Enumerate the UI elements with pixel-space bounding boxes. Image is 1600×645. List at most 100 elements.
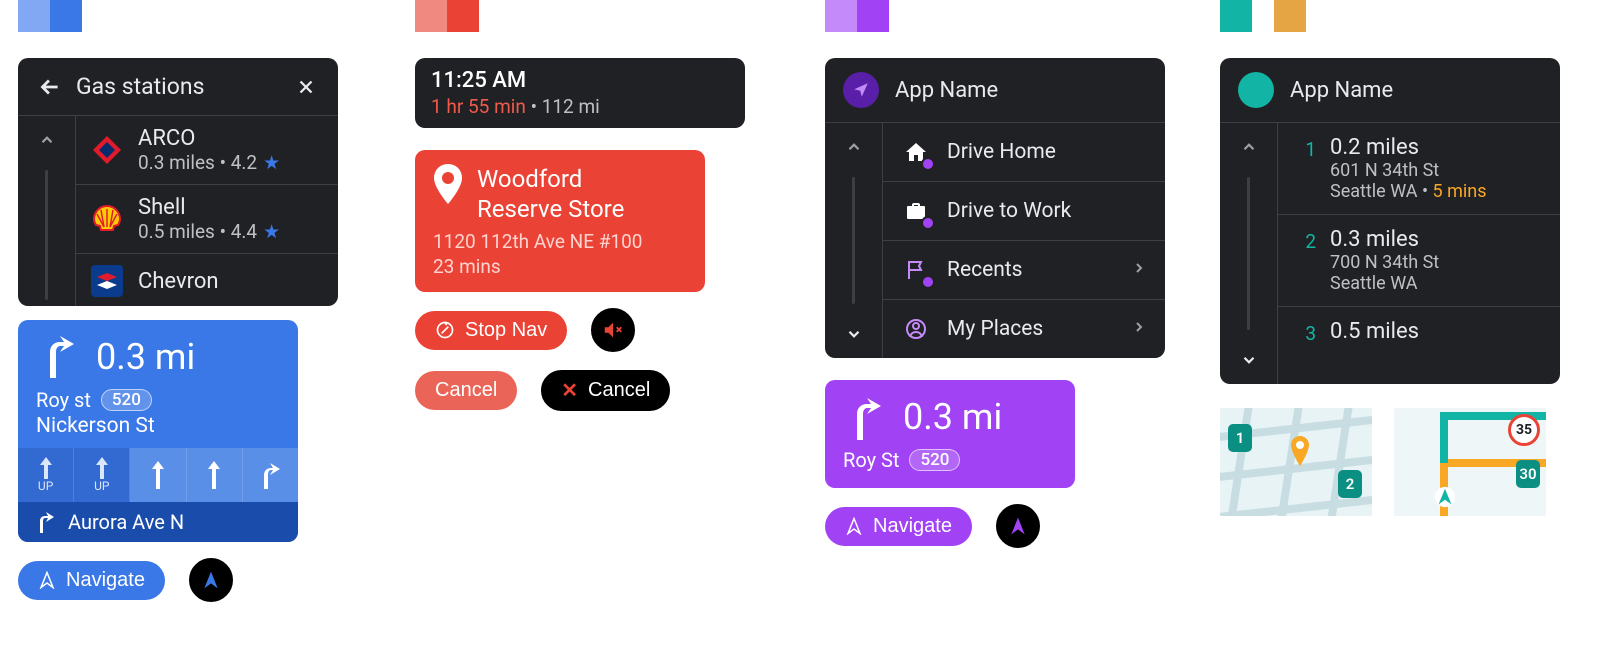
trip-info-card: 11:25 AM 1 hr 55 min • 112 mi — [415, 58, 745, 128]
menu-item-places[interactable]: My Places — [883, 300, 1165, 358]
item-name: Chevron — [138, 269, 219, 294]
row-eta: 5 mins — [1433, 181, 1487, 202]
scroll-up-icon[interactable] — [825, 123, 882, 171]
lane — [130, 448, 186, 502]
mute-button[interactable] — [589, 306, 637, 354]
map-tile-markers[interactable]: 1 2 — [1220, 408, 1372, 516]
row-index: 3 — [1294, 319, 1316, 345]
card-title: Gas stations — [70, 73, 286, 100]
scroll-up-icon[interactable] — [1220, 123, 1277, 171]
chevron-right-icon — [1131, 317, 1147, 341]
purple-swatches — [825, 0, 1165, 32]
dest-eta: 23 mins — [433, 255, 687, 278]
lane: UP — [18, 448, 74, 502]
star-icon: ★ — [263, 220, 280, 243]
upcoming-turn: Aurora Ave N — [18, 502, 298, 542]
trip-remaining: 1 hr 55 min — [431, 95, 526, 118]
close-icon: ✕ — [561, 378, 578, 403]
scroll-down-icon[interactable] — [825, 310, 882, 358]
list-item[interactable]: Chevron — [76, 254, 338, 306]
you-pointer-icon — [1434, 486, 1456, 512]
trip-clock: 11:25 AM — [431, 68, 729, 93]
item-subtext: 0.5 miles • 4.4 ★ — [138, 220, 280, 243]
nav-distance: 0.3 mi — [903, 396, 1002, 438]
result-row[interactable]: 1 0.2 miles 601 N 34th St Seattle WA • 5… — [1278, 123, 1560, 215]
chevron-brand-icon — [90, 264, 124, 298]
home-icon — [901, 137, 931, 167]
menu-label: Drive Home — [947, 140, 1056, 164]
row-title: 0.2 miles — [1330, 135, 1487, 160]
map-marker: 30 — [1516, 460, 1540, 488]
lane — [243, 448, 298, 502]
scroll-column — [18, 116, 76, 306]
menu-label: My Places — [947, 317, 1043, 341]
scroll-column — [825, 123, 883, 358]
map-marker: 2 — [1338, 470, 1362, 498]
result-row[interactable]: 2 0.3 miles 700 N 34th St Seattle WA — [1278, 215, 1560, 307]
cancel-outline-button[interactable]: ✕ Cancel — [539, 368, 672, 413]
lanes-row: UP UP — [18, 448, 298, 502]
blue-nav-card: 0.3 mi Roy st 520 Nickerson St UP UP — [18, 320, 298, 542]
row-index: 1 — [1294, 135, 1316, 202]
app-title: App Name — [895, 78, 998, 103]
star-icon: ★ — [263, 151, 280, 174]
work-icon — [901, 196, 931, 226]
trip-distance: 112 mi — [542, 95, 600, 118]
map-tile-route[interactable]: 35 30 — [1394, 408, 1546, 516]
navigate-button[interactable]: Navigate — [18, 561, 165, 600]
app-icon — [843, 72, 879, 108]
lane: UP — [74, 448, 130, 502]
lane-label: UP — [38, 479, 53, 493]
menu-item-work[interactable]: Drive to Work — [883, 182, 1165, 241]
cancel-button[interactable]: Cancel — [415, 371, 517, 410]
arco-icon — [90, 133, 124, 167]
result-row[interactable]: 3 0.5 miles — [1278, 307, 1560, 357]
lane — [187, 448, 243, 502]
upcoming-street: Aurora Ave N — [68, 510, 184, 534]
destination-card: Woodford Reserve Store 1120 112th Ave NE… — [415, 150, 705, 292]
close-icon[interactable] — [286, 67, 326, 107]
pin-icon — [433, 164, 463, 208]
row-address: 700 N 34th St — [1330, 252, 1439, 273]
turn-right-icon — [36, 330, 80, 384]
menu-label: Recents — [947, 258, 1023, 282]
speed-limit-sign: 35 — [1508, 414, 1540, 446]
nav-distance: 0.3 mi — [96, 336, 195, 378]
scroll-track — [45, 170, 48, 300]
app-icon — [1238, 72, 1274, 108]
dest-address: 1120 112th Ave NE #100 — [433, 230, 687, 253]
recenter-button[interactable] — [994, 502, 1042, 550]
menu-item-home[interactable]: Drive Home — [883, 123, 1165, 182]
back-arrow-icon[interactable] — [30, 67, 70, 107]
item-name: Shell — [138, 195, 280, 220]
menu-item-recents[interactable]: Recents — [883, 241, 1165, 300]
app-title: App Name — [1290, 78, 1393, 103]
nav-street-1: Roy st — [36, 388, 91, 412]
row-title: 0.5 miles — [1330, 319, 1419, 344]
purple-nav-card: 0.3 mi Roy St 520 — [825, 380, 1075, 488]
map-marker: 1 — [1228, 424, 1252, 452]
navigate-button[interactable]: Navigate — [825, 507, 972, 546]
turn-right-icon — [843, 392, 887, 442]
recenter-button[interactable] — [187, 556, 235, 604]
route-badge: 520 — [101, 389, 152, 411]
red-swatches — [415, 0, 745, 32]
dest-name-line: Reserve Store — [477, 194, 624, 224]
list-item[interactable]: Shell 0.5 miles • 4.4 ★ — [76, 185, 338, 254]
menu-label: Drive to Work — [947, 199, 1071, 223]
person-icon — [901, 314, 931, 344]
map-previews: 1 2 35 30 — [1220, 408, 1560, 516]
row-title: 0.3 miles — [1330, 227, 1439, 252]
lane-label: UP — [94, 479, 109, 493]
nav-street-2: Nickerson St — [18, 412, 298, 448]
item-subtext: 0.3 miles • 4.2 ★ — [138, 151, 280, 174]
teal-list-card: App Name 1 0.2 miles 601 N 34th St S — [1220, 58, 1560, 384]
blue-swatches — [18, 0, 338, 32]
list-item[interactable]: ARCO 0.3 miles • 4.2 ★ — [76, 116, 338, 185]
dest-name-line: Woodford — [477, 164, 624, 194]
scroll-down-icon[interactable] — [1220, 336, 1277, 384]
scroll-up-icon[interactable] — [18, 116, 75, 164]
teal-swatches — [1220, 0, 1560, 32]
shell-icon — [90, 202, 124, 236]
stop-nav-button[interactable]: Stop Nav — [415, 311, 567, 350]
